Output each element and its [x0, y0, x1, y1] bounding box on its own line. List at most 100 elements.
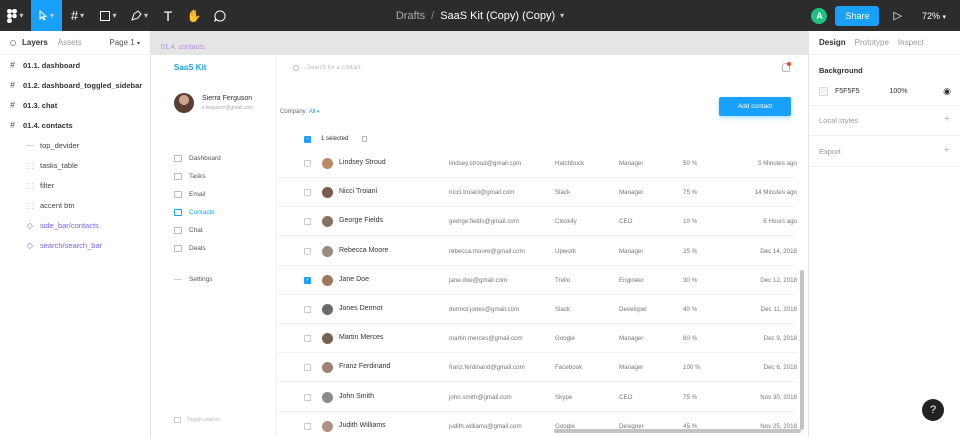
row-checkbox[interactable] — [304, 335, 311, 343]
help-button[interactable]: ? — [922, 399, 944, 421]
page-selector[interactable]: Page 1 ▾ — [109, 38, 140, 47]
table-row[interactable]: Judith Williams judith.williams@gmail.com… — [277, 412, 797, 437]
layer-item[interactable]: #01.1. dashboard — [0, 55, 150, 75]
comment-tool-button[interactable] — [207, 0, 233, 31]
row-checkbox[interactable] — [304, 247, 311, 255]
drafts-link[interactable]: Drafts — [396, 10, 425, 22]
row-checkbox[interactable] — [304, 364, 311, 372]
file-name[interactable]: SaaS Kit (Copy) (Copy) — [440, 10, 555, 22]
contact-time: Dec 11, 2018 — [760, 306, 797, 313]
toggle-sidebar[interactable]: Toggle sidebar — [174, 417, 220, 423]
layer-item[interactable]: #01.2. dashboard_toggled_sidebar — [0, 75, 150, 95]
group-layer-icon: ⬚ — [26, 180, 34, 190]
add-local-style-icon[interactable]: + — [944, 113, 950, 125]
contact-name: George Fields — [339, 217, 383, 225]
chevron-down-icon: ▾ — [317, 109, 320, 115]
layer-item[interactable]: #01.4. contacts — [0, 115, 150, 135]
table-row[interactable]: Martin Merces martin.merces@gmail.com Goog… — [277, 324, 797, 354]
row-checkbox[interactable] — [304, 218, 311, 226]
sidebar-item-email[interactable]: Email — [174, 191, 205, 198]
toggle-sidebar-label: Toggle sidebar — [187, 417, 220, 423]
table-row[interactable]: George Fields george.fields@gmail.com Cloc… — [277, 207, 797, 237]
table-row[interactable]: Jones Dermot dermot.jones@gmail.com Slack D… — [277, 295, 797, 324]
present-play-icon[interactable]: ▷ — [893, 9, 901, 22]
table-row[interactable]: ✓ Jane Doe jane.doe@gmail.com Trello Enginee… — [277, 266, 797, 295]
figma-menu-button[interactable]: ▾ — [0, 0, 31, 31]
tasks-icon — [174, 173, 182, 180]
frame-tool-button[interactable]: # ▾ — [62, 0, 93, 31]
sidebar-item-contacts[interactable]: Contacts — [174, 209, 215, 216]
row-checkbox[interactable] — [304, 393, 311, 401]
layer-item[interactable]: #01.3. chat — [0, 95, 150, 115]
eye-icon[interactable]: ◉ — [943, 86, 951, 97]
layer-item[interactable]: ⬚ tasks_table — [0, 155, 150, 175]
layer-item[interactable]: — top_devider — [0, 135, 150, 155]
background-swatch[interactable] — [819, 87, 828, 96]
chevron-down-icon[interactable]: ▾ — [560, 11, 564, 20]
add-contact-button[interactable]: Add contact — [719, 97, 791, 116]
contact-time: Dec 12, 2018 — [760, 276, 797, 284]
sidebar-item-chat[interactable]: Chat — [174, 227, 203, 234]
company-filter[interactable]: Company: All ▾ — [280, 109, 320, 115]
frame-layer-icon: # — [10, 60, 16, 70]
tab-layers[interactable]: Layers — [22, 38, 48, 47]
layer-item[interactable]: ◇ side_bar/contacts — [0, 215, 150, 235]
sidebar-item-deals[interactable]: Deals — [174, 245, 206, 252]
zoom-level[interactable]: 72% ▾ — [922, 11, 946, 21]
row-checkbox[interactable] — [304, 422, 311, 430]
tab-inspect[interactable]: Inspect — [898, 38, 924, 47]
chevron-down-icon: ▾ — [80, 11, 85, 20]
layer-item[interactable]: ⬚ filter — [0, 175, 150, 195]
layers-list: #01.1. dashboard #01.2. dashboard_toggled… — [0, 55, 150, 255]
row-checkbox[interactable] — [304, 306, 311, 313]
hand-tool-button[interactable]: ✋ — [181, 0, 207, 31]
divider — [809, 135, 960, 136]
contact-time: Dec 6, 2018 — [763, 364, 797, 372]
horizontal-scrollbar[interactable] — [554, 429, 801, 433]
company-filter-label: Company: — [280, 109, 308, 115]
trash-icon[interactable] — [362, 136, 368, 142]
contact-email: lindsey.stroud@gmail.com — [449, 160, 522, 167]
contact-role: Manager — [619, 189, 644, 197]
sidebar-item-label: Contacts — [189, 209, 215, 216]
sidebar-item-dashboard[interactable]: Dashboard — [174, 155, 221, 162]
contact-progress: 30 % — [683, 276, 698, 284]
canvas[interactable]: 01.4. contacts SaaS Kit Sierra Ferguson … — [151, 31, 808, 437]
table-row[interactable]: Franz Ferdinand franz.ferdinand@gmail.com… — [277, 353, 797, 383]
layer-item[interactable]: ⬚ accent btn — [0, 195, 150, 215]
contact-company: Google — [555, 335, 575, 343]
table-row[interactable]: Lindsey Stroud lindsey.stroud@gmail.com Ha… — [277, 149, 797, 178]
row-checkbox[interactable] — [304, 189, 311, 197]
row-checkbox[interactable] — [304, 160, 311, 167]
tab-prototype[interactable]: Prototype — [855, 38, 889, 47]
user-avatar[interactable]: A — [811, 7, 828, 24]
background-hex[interactable]: F5F5F5 — [835, 88, 860, 95]
share-button[interactable]: Share — [835, 5, 880, 26]
pen-icon — [131, 10, 142, 21]
vertical-scrollbar[interactable] — [800, 270, 804, 430]
tab-design[interactable]: Design — [819, 38, 846, 47]
divider — [809, 166, 960, 167]
layer-label: side_bar/contacts — [40, 220, 99, 230]
frame-layer-icon: # — [10, 120, 16, 130]
text-tool-button[interactable]: T — [155, 0, 181, 31]
table-row[interactable]: Rebecca Moore rebecca.moore@gmail.com Upwo… — [277, 237, 797, 266]
search-icon[interactable] — [10, 39, 16, 46]
background-opacity[interactable]: 100% — [890, 88, 908, 95]
move-tool-button[interactable]: ▾ — [31, 0, 62, 31]
table-row[interactable]: Nicci Troiani nicci.troiani@gmail.com Slac… — [277, 178, 797, 208]
tab-assets[interactable]: Assets — [58, 38, 82, 47]
search-bar[interactable]: Search for a contact — [293, 65, 361, 71]
add-export-icon[interactable]: + — [944, 144, 950, 156]
select-all-checkbox[interactable]: – — [304, 135, 311, 143]
contacts-artboard[interactable]: SaaS Kit Sierra Ferguson s.ferguson@gmai… — [151, 55, 808, 437]
row-checkbox[interactable]: ✓ — [304, 276, 311, 284]
sidebar-item-settings[interactable]: Settings — [174, 276, 213, 283]
frame-label[interactable]: 01.4. contacts — [161, 44, 205, 51]
dashboard-icon — [174, 155, 182, 162]
sidebar-item-tasks[interactable]: Tasks — [174, 173, 206, 180]
layer-item[interactable]: ◇ search/search_bar — [0, 235, 150, 255]
pen-tool-button[interactable]: ▾ — [124, 0, 155, 31]
table-row[interactable]: John Smith john.smith@gmail.com Skype CEO 75… — [277, 383, 797, 412]
shape-tool-button[interactable]: ▾ — [93, 0, 124, 31]
